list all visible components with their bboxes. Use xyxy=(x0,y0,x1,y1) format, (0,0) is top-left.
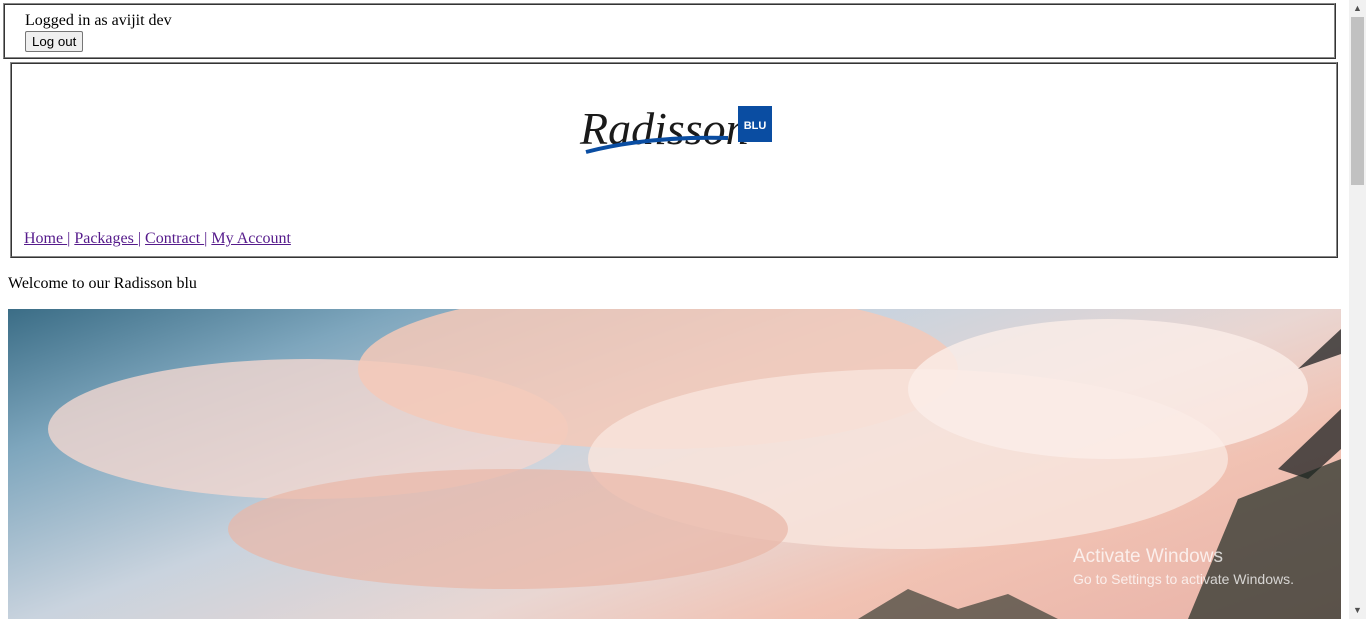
nav-home-link[interactable]: Home xyxy=(24,230,67,247)
watermark-title: Activate Windows xyxy=(1073,546,1223,567)
scrollbar-thumb[interactable] xyxy=(1351,17,1364,185)
logo-badge-text: BLU xyxy=(744,120,767,132)
site-header: Radisson BLU Home | Packages | Contract … xyxy=(10,62,1338,258)
nav-separator: | xyxy=(137,230,142,247)
nav-contract-link[interactable]: Contract xyxy=(145,230,204,247)
main-nav: Home | Packages | Contract | My Account xyxy=(24,230,291,248)
nav-packages-link[interactable]: Packages xyxy=(74,230,138,247)
logged-in-status: Logged in as avijit dev xyxy=(25,12,172,29)
windows-activation-watermark: Activate Windows Go to Settings to activ… xyxy=(1073,545,1294,589)
radisson-blu-logo: Radisson BLU xyxy=(579,103,772,154)
session-bar: Logged in as avijit dev Log out xyxy=(3,3,1336,59)
scroll-down-arrow-icon[interactable]: ▼ xyxy=(1349,602,1366,619)
scroll-up-arrow-icon[interactable]: ▲ xyxy=(1349,0,1366,17)
watermark-subtitle: Go to Settings to activate Windows. xyxy=(1073,571,1294,587)
logout-button[interactable]: Log out xyxy=(25,31,84,52)
welcome-message: Welcome to our Radisson blu xyxy=(8,275,197,292)
nav-separator: | xyxy=(67,230,71,247)
nav-separator: | xyxy=(204,230,208,247)
vertical-scrollbar[interactable]: ▲ ▼ xyxy=(1349,0,1366,619)
nav-my-account-link[interactable]: My Account xyxy=(211,230,291,247)
